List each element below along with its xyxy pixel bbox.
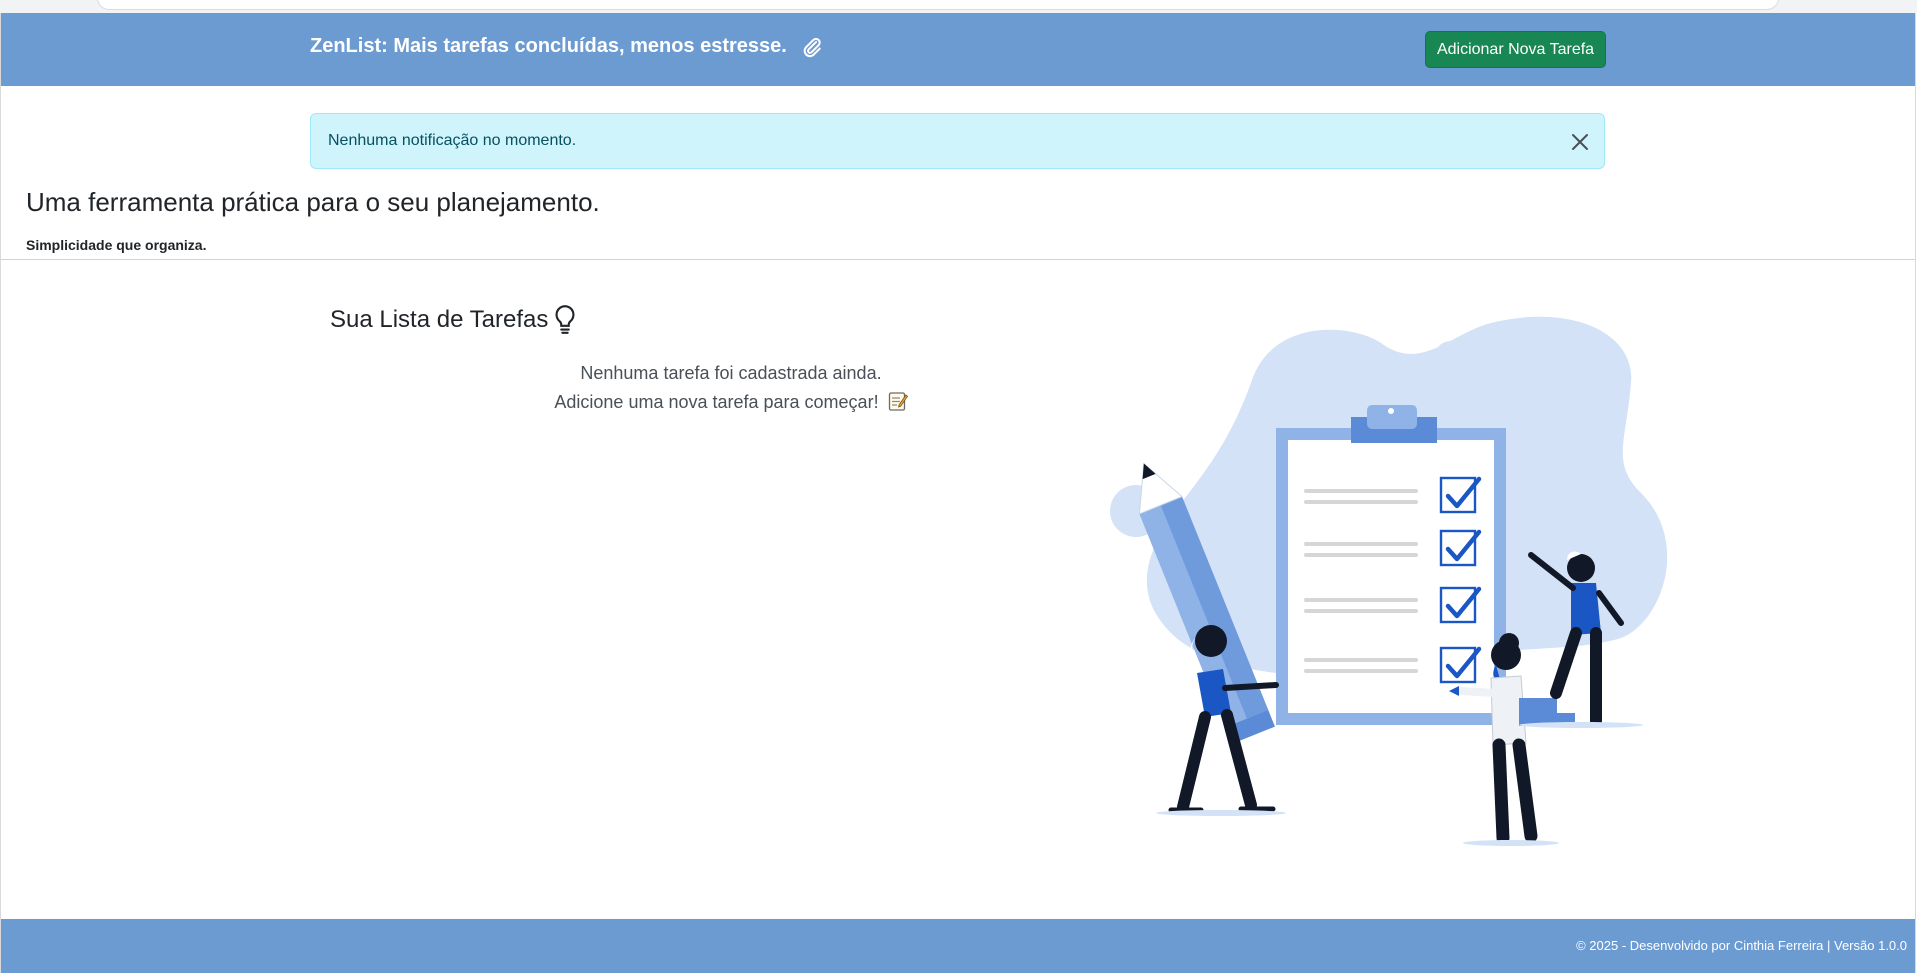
- notification-alert: Nenhuma notificação no momento.: [310, 113, 1605, 169]
- brand[interactable]: ZenList: Mais tarefas concluídas, menos …: [310, 35, 823, 58]
- browser-chrome-strip: [0, 0, 1917, 13]
- bubble-1: [1434, 341, 1468, 375]
- page: ZenList: Mais tarefas concluídas, menos …: [0, 13, 1916, 973]
- lightbulb-icon: [555, 305, 575, 334]
- close-icon[interactable]: [1570, 132, 1590, 152]
- footer-text: © 2025 - Desenvolvido por Cinthia Ferrei…: [1576, 938, 1907, 953]
- hero-subtitle: Simplicidade que organiza.: [26, 237, 207, 253]
- memo-icon: [888, 392, 908, 411]
- divider: [1, 259, 1915, 260]
- paperclip-icon: [803, 37, 821, 57]
- brand-text: ZenList: Mais tarefas concluídas, menos …: [310, 35, 787, 57]
- hero-title: Uma ferramenta prática para o seu planej…: [26, 187, 600, 217]
- browser-address-bar[interactable]: [97, 0, 1779, 10]
- empty-state-line1: Nenhuma tarefa foi cadastrada ainda.: [580, 363, 882, 383]
- alert-message: Nenhuma notificação no momento.: [328, 132, 577, 149]
- checklist-illustration: [1110, 316, 1668, 846]
- navbar: ZenList: Mais tarefas concluídas, menos …: [1, 13, 1915, 86]
- tasks-title-text: Sua Lista de Tarefas: [330, 306, 549, 333]
- add-task-button[interactable]: Adicionar Nova Tarefa: [1425, 31, 1606, 68]
- tasks-section-title: Sua Lista de Tarefas: [330, 304, 578, 336]
- footer: © 2025 - Desenvolvido por Cinthia Ferrei…: [1, 919, 1915, 973]
- empty-state-line2: Adicione uma nova tarefa para começar!: [521, 390, 941, 413]
- empty-state-line2-text: Adicione uma nova tarefa para começar!: [554, 392, 879, 412]
